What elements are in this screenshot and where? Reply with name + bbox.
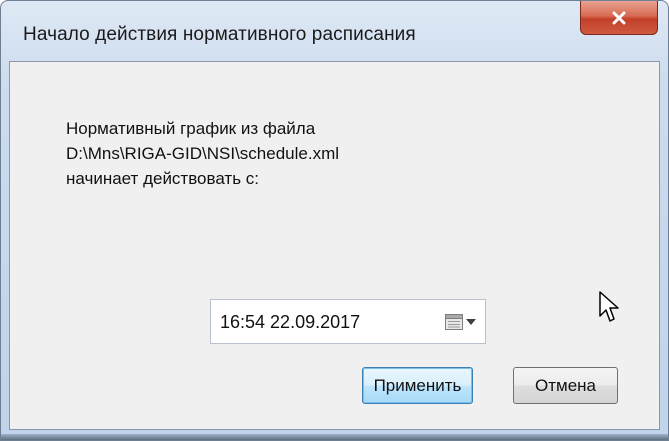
chevron-down-icon[interactable]	[466, 318, 476, 326]
apply-button[interactable]: Применить	[362, 367, 473, 404]
close-button[interactable]	[580, 1, 658, 35]
message-text: Нормативный график из файла D:\Mns\RIGA-…	[66, 116, 339, 191]
close-icon	[612, 11, 626, 24]
dialog-body: Нормативный график из файла D:\Mns\RIGA-…	[9, 61, 660, 430]
message-line-3: начинает действовать с:	[66, 169, 260, 188]
mouse-pointer-icon	[599, 291, 619, 322]
title-bar[interactable]: Начало действия нормативного расписания	[1, 1, 668, 61]
message-line-1: Нормативный график из файла	[66, 119, 316, 138]
cancel-button[interactable]: Отмена	[513, 367, 618, 404]
window-title: Начало действия нормативного расписания	[23, 24, 416, 45]
message-file-path: D:\Mns\RIGA-GID\NSI\schedule.xml	[66, 144, 340, 163]
dialog-window: Начало действия нормативного расписания …	[0, 0, 669, 441]
calendar-icon[interactable]	[445, 314, 463, 330]
datetime-picker[interactable]: 16:54 22.09.2017	[210, 299, 486, 344]
datetime-value[interactable]: 16:54 22.09.2017	[220, 312, 360, 333]
